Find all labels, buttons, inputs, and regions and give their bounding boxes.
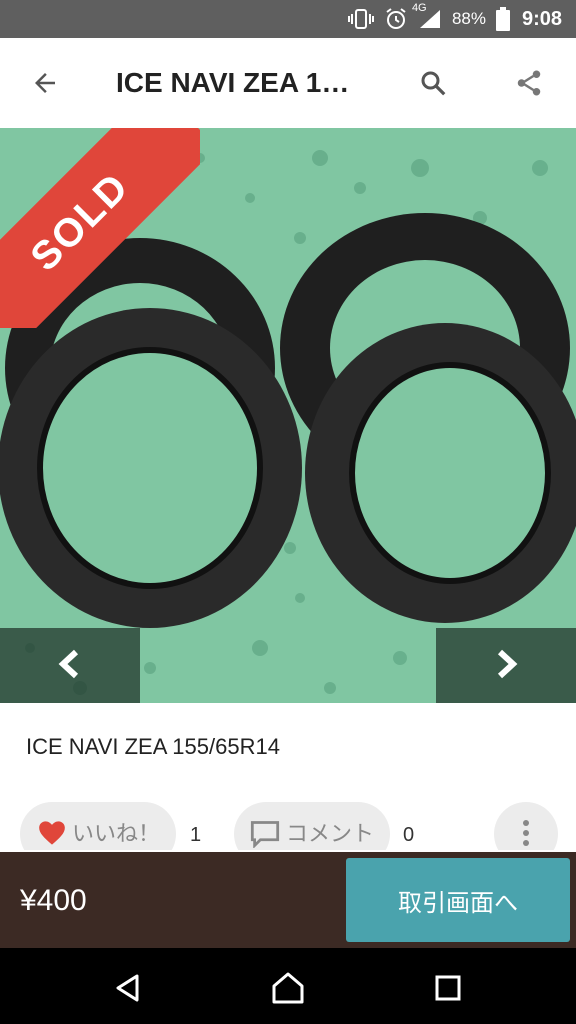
action-row: いいね！ 1 コメント 0	[0, 800, 576, 850]
nav-recents-icon[interactable]	[428, 968, 468, 1008]
clock: 9:08	[521, 7, 562, 30]
like-count: 1	[190, 824, 202, 846]
price: ¥400	[20, 884, 87, 917]
search-icon[interactable]	[416, 66, 450, 100]
network-type: 4G	[411, 2, 427, 14]
comment-label: コメント	[286, 821, 375, 846]
comment-button[interactable]: コメント	[234, 802, 390, 850]
battery-percent: 88%	[451, 9, 486, 28]
transaction-button[interactable]: 取引画面へ	[346, 858, 570, 942]
next-photo-button[interactable]	[436, 628, 576, 703]
app-bar: ICE NAVI ZEA 1…	[0, 38, 576, 128]
nav-home-icon[interactable]	[268, 968, 308, 1008]
battery-icon	[495, 7, 510, 31]
chevron-left-icon	[56, 649, 84, 684]
heart-icon	[38, 820, 66, 850]
arrow-back-icon[interactable]	[28, 66, 62, 100]
page-title: ICE NAVI ZEA 1…	[116, 67, 350, 98]
chevron-right-icon	[492, 649, 520, 684]
more-options-button[interactable]	[494, 802, 558, 850]
prev-photo-button[interactable]	[0, 628, 140, 703]
sold-label: SOLD	[21, 163, 138, 280]
like-label: いいね！	[72, 821, 161, 846]
alarm-icon	[384, 7, 408, 31]
nav-back-icon[interactable]	[108, 968, 148, 1008]
status-bar: 4G 88% 9:08	[0, 0, 576, 38]
vibrate-icon	[347, 8, 374, 30]
item-title: ICE NAVI ZEA 155/65R14	[26, 734, 280, 759]
comment-count: 0	[403, 824, 415, 846]
like-button[interactable]: いいね！	[20, 802, 176, 850]
system-nav-bar	[0, 948, 576, 1024]
comment-icon	[250, 820, 280, 850]
signal-icon: 4G	[412, 2, 442, 30]
more-vert-icon	[521, 818, 531, 850]
purchase-bar: ¥400 取引画面へ	[0, 852, 576, 948]
product-photo[interactable]: SOLD	[0, 128, 576, 703]
share-icon[interactable]	[512, 66, 546, 100]
sold-badge: SOLD	[0, 128, 200, 328]
